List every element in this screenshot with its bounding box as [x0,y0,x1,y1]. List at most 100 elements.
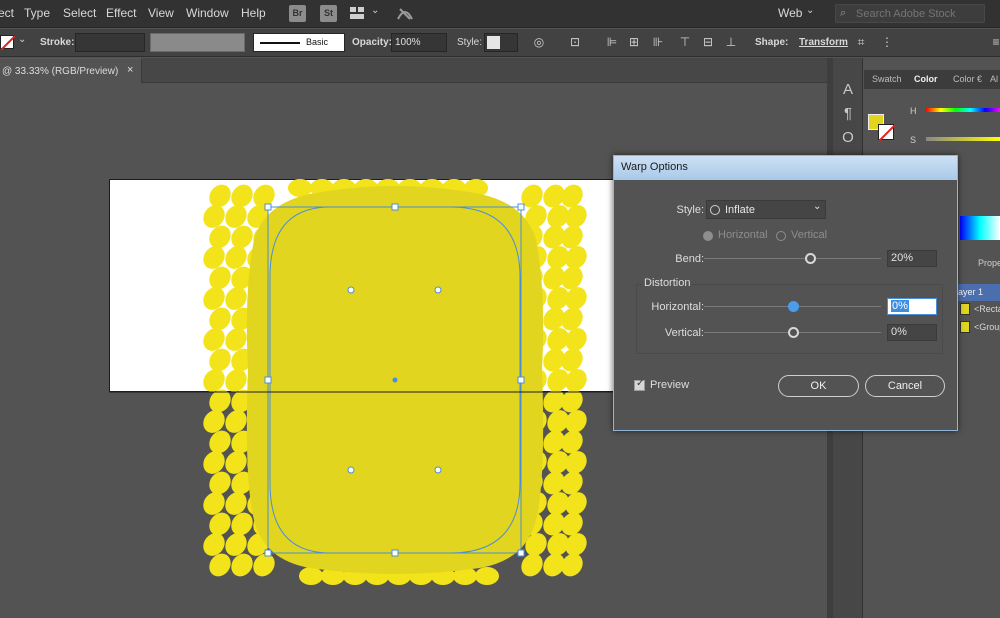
handle-top-left[interactable] [264,203,272,211]
menu-help[interactable]: Help [241,6,266,20]
shape-label[interactable]: Shape: [755,37,788,48]
handle-bottom-right[interactable] [517,549,525,557]
vertical-label: Vertical: [664,327,704,339]
align-middle-icon[interactable]: ⊟ [700,34,716,50]
stock-search[interactable]: ⌕ [835,4,985,23]
stroke-swatch-icon[interactable] [0,35,15,50]
warp-options-dialog: Warp Options Style: Inflate ⌄ Horizontal… [613,155,958,431]
dialog-body: Style: Inflate ⌄ Horizontal Vertical Ben… [620,180,951,424]
distortion-group [636,284,943,354]
vertical-slider[interactable] [704,326,881,340]
chevron-down-icon[interactable]: ⌄ [18,34,26,45]
vertical-slider-knob[interactable] [787,327,799,338]
workspace-switcher[interactable]: Web [778,6,802,20]
handle-middle-left[interactable] [264,376,272,384]
character-icon[interactable]: A [838,80,858,100]
menu-type[interactable]: Type [24,6,50,20]
graphic-style-swatch [487,36,500,49]
ok-button[interactable]: OK [778,375,859,397]
corner-widget[interactable] [347,466,355,474]
brush-definition[interactable]: Basic [253,33,345,52]
tab-swatches[interactable]: Swatch [872,74,902,84]
horizontal-field[interactable]: 0% [887,298,937,315]
align-to-icon[interactable]: ⊡ [567,34,583,50]
bend-field[interactable]: 20% [887,250,937,267]
horizontal-label: Horizontal: [651,301,704,313]
variable-width-profile[interactable] [150,33,245,52]
arrange-documents-icon[interactable] [350,7,364,19]
handle-bottom-center[interactable] [391,549,399,557]
paragraph-icon[interactable]: ¶ [838,104,858,124]
close-icon[interactable]: × [127,64,133,76]
corner-widget[interactable] [434,286,442,294]
isolate-object-icon[interactable]: ⌗ [853,34,869,50]
corner-widget[interactable] [347,286,355,294]
brush-name: Basic [306,37,329,47]
menu-window[interactable]: Window [186,6,229,20]
preview-checkbox[interactable]: ✓ [634,378,645,391]
opentype-icon[interactable]: O [838,128,858,148]
warp-style-select[interactable]: Inflate ⌄ [706,200,826,219]
bridge-badge[interactable]: Br [289,5,306,22]
color-spectrum[interactable] [960,216,1000,240]
dialog-title-bar[interactable]: Warp Options [614,156,957,180]
orientation-radio-vertical[interactable] [776,231,786,241]
gpu-performance-icon[interactable] [396,5,414,24]
layer-row[interactable]: ayer 1 [954,284,1000,301]
hue-slider[interactable] [926,108,1000,112]
chevron-down-icon[interactable]: ⌄ [371,5,379,16]
hue-label: H [910,106,917,116]
layer-item[interactable]: <Group [974,322,1000,332]
tab-align[interactable]: Al [990,74,998,84]
panel-menu-icon[interactable]: ≡ [988,34,1000,50]
center-point [392,377,398,383]
vertical-field[interactable]: 0% [887,324,937,341]
stock-badge[interactable]: St [320,5,337,22]
align-top-icon[interactable]: ⊤ [677,34,693,50]
layer-item[interactable]: <Recta [974,304,1000,314]
handle-bottom-left[interactable] [264,549,272,557]
bend-slider[interactable] [704,252,881,266]
horizontal-slider[interactable] [704,300,881,314]
tab-strip [142,58,830,83]
corner-widget[interactable] [434,466,442,474]
stroke-weight-field[interactable] [75,33,145,52]
recolor-artwork-icon[interactable]: ◎ [531,34,547,50]
search-input[interactable] [856,7,981,21]
cancel-button[interactable]: Cancel [865,375,945,397]
transform-link[interactable]: Transform [799,37,848,48]
layer-name: ayer 1 [958,287,984,297]
handle-middle-right[interactable] [517,376,525,384]
chevron-down-icon[interactable]: ⌄ [806,5,814,16]
stroke-swatch-icon[interactable] [878,124,895,141]
preview-label[interactable]: Preview [650,379,689,391]
align-left-icon[interactable]: ⊫ [604,34,620,50]
align-right-icon[interactable]: ⊪ [650,34,666,50]
orientation-radio-horizontal[interactable] [703,231,713,241]
align-center-icon[interactable]: ⊞ [626,34,642,50]
handle-top-center[interactable] [391,203,399,211]
saturation-label: S [910,135,917,145]
brush-stroke-preview [260,42,300,44]
control-menu-icon[interactable]: ⋮ [879,34,895,50]
graphic-style-picker[interactable] [484,33,518,52]
bend-slider-track [704,258,881,259]
check-icon: ✓ [636,378,645,389]
align-bottom-icon[interactable]: ⊥ [723,34,739,50]
dialog-title: Warp Options [621,161,688,173]
menu-select[interactable]: Select [63,6,96,20]
tab-color-guide[interactable]: Color € [953,74,982,84]
warp-style-icon [710,205,720,215]
menu-effect[interactable]: Effect [106,6,136,20]
scale-blob [288,179,312,197]
handle-top-right[interactable] [517,203,525,211]
saturation-slider[interactable] [926,137,1000,141]
menu-object[interactable]: ect [0,6,14,20]
opacity-field[interactable]: 100% [391,33,447,52]
menu-view[interactable]: View [148,6,174,20]
horizontal-slider-knob[interactable] [787,301,799,312]
layers-tab[interactable]: Prope [978,258,1000,268]
document-tab[interactable]: @ 33.33% (RGB/Preview) × [0,58,142,83]
tab-color[interactable]: Color [914,74,938,84]
bend-slider-knob[interactable] [805,253,817,264]
